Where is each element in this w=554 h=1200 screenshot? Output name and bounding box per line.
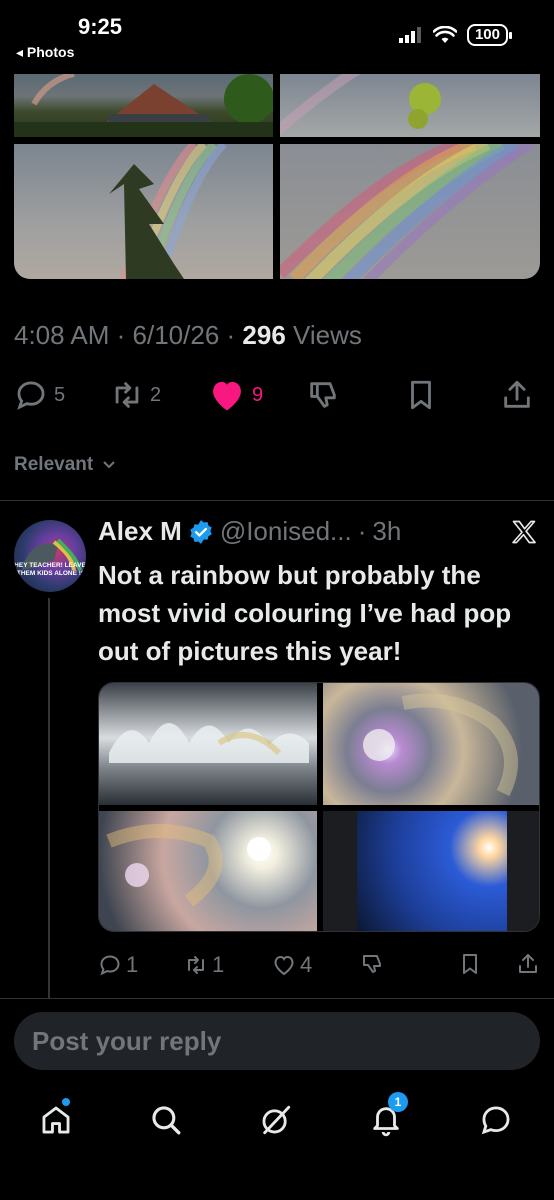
reply-reply-button[interactable]: 1: [98, 952, 138, 978]
wifi-icon: [432, 26, 457, 43]
reply-photo-grid[interactable]: [98, 682, 540, 932]
reply-share-button[interactable]: [516, 952, 540, 976]
thumbs-down-icon: [310, 382, 336, 408]
sort-label: Relevant: [14, 454, 94, 475]
verified-badge-icon: [190, 519, 212, 544]
battery-indicator: 100: [466, 24, 513, 46]
nav-grok[interactable]: [256, 1100, 296, 1140]
reply-input[interactable]: [32, 1025, 540, 1057]
views-label: Views: [293, 320, 362, 350]
views-count[interactable]: 296: [242, 320, 285, 350]
bookmark-icon: [411, 380, 431, 410]
nav-search[interactable]: [146, 1100, 186, 1140]
reply-text: Not a rainbow but probably the most vivi…: [98, 560, 512, 666]
reply-photo-1[interactable]: [99, 683, 317, 805]
tweet-actions: 5 2 9: [14, 378, 540, 418]
notifications-badge: 1: [388, 1092, 408, 1112]
status-time: 9:25: [78, 14, 123, 39]
photo-4[interactable]: [275, 138, 540, 279]
reply-like-count: 4: [300, 952, 313, 977]
divider: [0, 500, 554, 501]
reply-reply-count: 1: [126, 952, 139, 977]
nav-notifications[interactable]: 1: [366, 1092, 408, 1140]
status-icons: 100: [398, 24, 513, 46]
tweet-meta: 4:08 AM · 6/10/26 · 296 Views: [14, 320, 362, 350]
reply-composer[interactable]: [14, 1012, 540, 1070]
home-unread-dot: [62, 1098, 70, 1106]
divider: [0, 998, 554, 999]
status-bar: 9:25 ◂ Photos 100: [0, 0, 554, 70]
reply-author-handle[interactable]: @Ionised...: [220, 516, 352, 547]
reply-author-name[interactable]: Alex M: [98, 516, 182, 547]
bottom-nav: 1: [0, 1090, 554, 1150]
reply-downvote-button[interactable]: [360, 952, 384, 976]
avatar[interactable]: HEY TEACHER! LEAVE THEM KIDS ALONE !!: [14, 520, 86, 592]
reply-icon: [100, 955, 120, 976]
signal-icon: [398, 27, 421, 43]
home-icon: [42, 1106, 70, 1134]
x-logo-icon: [510, 518, 538, 551]
tweet-photo-grid[interactable]: [14, 74, 540, 279]
reply-time[interactable]: 3h: [372, 516, 401, 547]
photo-2[interactable]: [266, 74, 540, 141]
grok-icon: [262, 1105, 291, 1135]
reply-like-button[interactable]: 4: [272, 952, 312, 978]
chevron-down-icon: [103, 461, 116, 469]
like-button[interactable]: 9: [208, 378, 263, 412]
repost-icon: [188, 956, 204, 974]
repost-button[interactable]: 2: [110, 378, 161, 412]
heart-filled-icon: [213, 381, 241, 411]
reply-header: Alex M @Ionised... · 3h: [98, 516, 402, 547]
reply-photo-2[interactable]: [323, 683, 539, 805]
back-to-app-link[interactable]: ◂ Photos: [16, 44, 74, 61]
share-icon: [519, 954, 537, 973]
reply-button[interactable]: 5: [14, 378, 65, 412]
repost-icon: [115, 382, 139, 408]
home-indicator-area: [0, 1150, 554, 1200]
avatar-caption: HEY TEACHER! LEAVE THEM KIDS ALONE !!: [14, 562, 86, 577]
reply-photo-4[interactable]: [323, 811, 539, 931]
reply-bookmark-button[interactable]: [458, 952, 482, 976]
search-icon: [152, 1106, 181, 1135]
chat-bubble-icon: [481, 1106, 510, 1135]
thumbs-down-icon: [363, 955, 381, 973]
photo-3[interactable]: [14, 141, 273, 279]
reply-repost-button[interactable]: 1: [184, 952, 224, 978]
bookmark-icon: [463, 954, 477, 974]
share-button[interactable]: [500, 378, 534, 412]
downvote-button[interactable]: [306, 378, 340, 412]
tweet-time: 4:08 AM: [14, 320, 110, 350]
reply-repost-count: 1: [212, 952, 225, 977]
reply-icon: [17, 381, 45, 410]
reply-count: 5: [54, 383, 66, 406]
thread-line: [48, 598, 50, 998]
bookmark-button[interactable]: [404, 378, 438, 412]
nav-home[interactable]: [36, 1098, 76, 1140]
like-count: 9: [252, 383, 264, 406]
reply-photo-3[interactable]: [99, 811, 317, 931]
reply-actions: 1 1 4: [98, 952, 542, 982]
heart-icon: [274, 955, 294, 976]
tweet-date[interactable]: 6/10/26: [133, 320, 220, 350]
share-icon: [504, 380, 530, 408]
photo-1[interactable]: [14, 74, 274, 137]
repost-count: 2: [150, 383, 162, 406]
nav-messages[interactable]: [476, 1100, 516, 1140]
sort-replies-dropdown[interactable]: Relevant: [14, 454, 116, 476]
